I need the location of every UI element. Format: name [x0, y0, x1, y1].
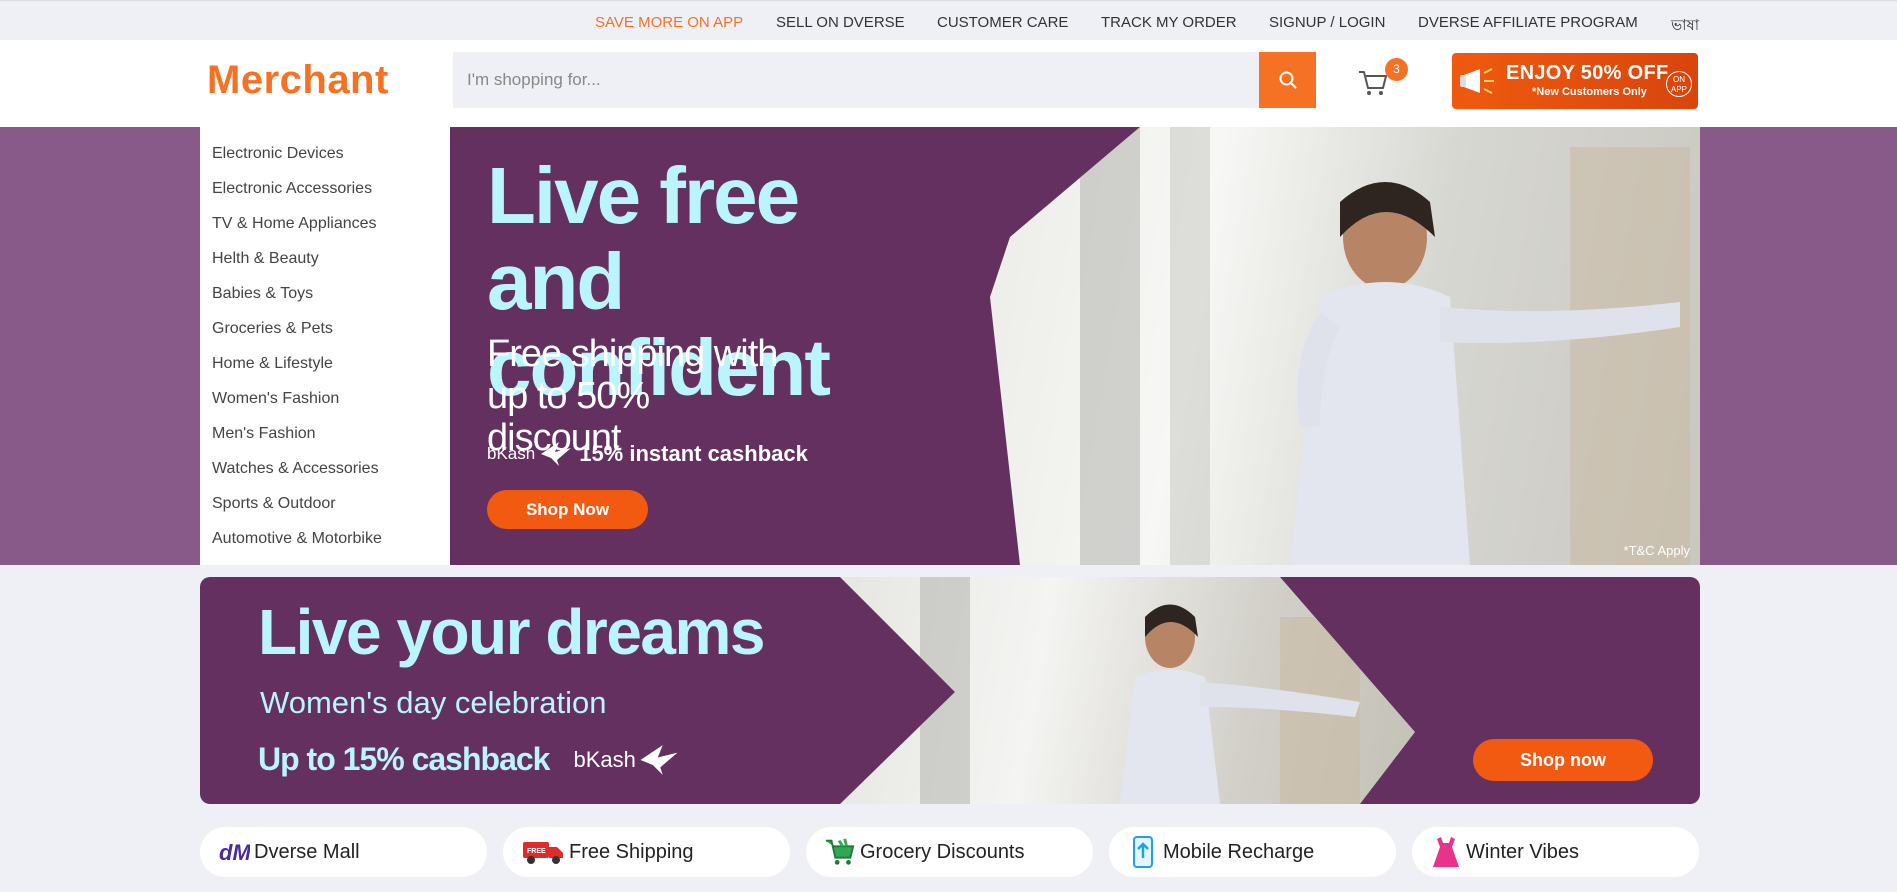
track-my-order-link[interactable]: TRACK MY ORDER: [1101, 14, 1237, 31]
category-electronic-accessories[interactable]: Electronic Accessories: [200, 172, 450, 207]
category-watches-accessories[interactable]: Watches & Accessories: [200, 452, 450, 487]
woman-figure-image: [1080, 127, 1690, 565]
category-womens-fashion[interactable]: Women's Fashion: [200, 382, 450, 417]
svg-text:FREE: FREE: [527, 848, 546, 855]
quick-link-label: Grocery Discounts: [860, 840, 1025, 863]
site-logo[interactable]: Merchant: [207, 58, 389, 103]
banner2-shop-now-button[interactable]: Shop now: [1473, 739, 1653, 781]
category-health-beauty[interactable]: Helth & Beauty: [200, 242, 450, 277]
category-automotive-motorbike[interactable]: Automotive & Motorbike: [200, 522, 450, 557]
terms-note: *T&C Apply: [1623, 543, 1690, 558]
language-link[interactable]: ভাষা: [1671, 14, 1699, 39]
quick-link-dverse-mall[interactable]: dM Dverse Mall: [200, 827, 487, 877]
search-bar: [453, 52, 1316, 108]
hero-cashback: bKash 15% instant cashback: [487, 440, 808, 468]
top-utility-bar: SAVE MORE ON APP SELL ON DVERSE CUSTOMER…: [0, 0, 1897, 40]
quick-link-winter-vibes[interactable]: Winter Vibes: [1412, 827, 1699, 877]
bkash-bird-icon: [640, 744, 678, 775]
quick-link-label: Free Shipping: [569, 840, 694, 863]
shopping-cart-icon: [824, 836, 856, 868]
search-input[interactable]: [453, 52, 1259, 108]
cart-button[interactable]: 3: [1355, 58, 1408, 104]
quick-link-grocery-discounts[interactable]: Grocery Discounts: [806, 827, 1093, 877]
on-app-badge: ON APP: [1666, 71, 1692, 97]
quick-link-mobile-recharge[interactable]: Mobile Recharge: [1109, 827, 1396, 877]
mobile-recharge-icon: [1127, 836, 1159, 868]
customer-care-link[interactable]: CUSTOMER CARE: [937, 14, 1068, 31]
hero-cashback-text: 15% instant cashback: [579, 441, 808, 466]
megaphone-icon: [1460, 68, 1494, 94]
banner2-photo: [840, 577, 1415, 804]
hero-shop-now-button[interactable]: Shop Now: [487, 490, 648, 529]
site-header: Merchant 3 ENJOY 50% OFF *New Customers …: [0, 40, 1897, 127]
category-electronic-devices[interactable]: Electronic Devices: [200, 137, 450, 172]
quick-links: dM Dverse Mall FREE Free Shipping Grocer…: [200, 827, 1700, 877]
app-promo-banner[interactable]: ENJOY 50% OFF *New Customers Only ON APP: [1452, 53, 1698, 109]
category-mens-fashion[interactable]: Men's Fashion: [200, 417, 450, 452]
quick-link-free-shipping[interactable]: FREE Free Shipping: [503, 827, 790, 877]
promo-title: ENJOY 50% OFF: [1506, 62, 1669, 84]
quick-link-label: Winter Vibes: [1466, 840, 1580, 863]
category-home-lifestyle[interactable]: Home & Lifestyle: [200, 347, 450, 382]
affiliate-program-link[interactable]: DVERSE AFFILIATE PROGRAM: [1418, 14, 1638, 31]
category-sports-outdoor[interactable]: Sports & Outdoor: [200, 487, 450, 522]
category-menu: Electronic Devices Electronic Accessorie…: [200, 127, 450, 565]
category-tv-home-appliances[interactable]: TV & Home Appliances: [200, 207, 450, 242]
womens-day-banner[interactable]: Live your dreams Women's day celebration…: [200, 577, 1700, 804]
bkash-logo-text: bKash: [573, 746, 636, 772]
banner2-cashback-text: Up to 15% cashback: [258, 741, 550, 777]
save-more-on-app-link[interactable]: SAVE MORE ON APP: [595, 14, 743, 31]
banner2-cashback: Up to 15% cashback bKash: [258, 741, 680, 778]
dm-logo-icon: dM: [218, 836, 250, 868]
category-babies-toys[interactable]: Babies & Toys: [200, 277, 450, 312]
dress-icon: [1430, 836, 1462, 868]
bkash-logo-text: bKash: [487, 444, 536, 463]
signup-login-link[interactable]: SIGNUP / LOGIN: [1269, 14, 1385, 31]
delivery-truck-icon: FREE: [521, 836, 565, 868]
promo-subtitle: *New Customers Only: [1532, 86, 1647, 98]
cart-count-badge: 3: [1385, 58, 1408, 81]
banner2-headline: Live your dreams: [258, 596, 766, 668]
hero-photo: [990, 127, 1700, 565]
banner2-subline: Women's day celebration: [260, 685, 607, 720]
sell-on-dverse-link[interactable]: SELL ON DVERSE: [776, 14, 905, 31]
category-groceries-pets[interactable]: Groceries & Pets: [200, 312, 450, 347]
search-button[interactable]: [1259, 52, 1316, 108]
quick-link-label: Mobile Recharge: [1163, 840, 1315, 863]
woman-figure-image: [920, 577, 1360, 804]
bkash-bird-icon: [541, 442, 572, 466]
hero-banner[interactable]: Live free and confident Free shipping wi…: [450, 127, 1700, 565]
quick-link-label: Dverse Mall: [254, 840, 360, 863]
search-icon: [1279, 71, 1296, 89]
svg-text:dM: dM: [219, 840, 250, 865]
